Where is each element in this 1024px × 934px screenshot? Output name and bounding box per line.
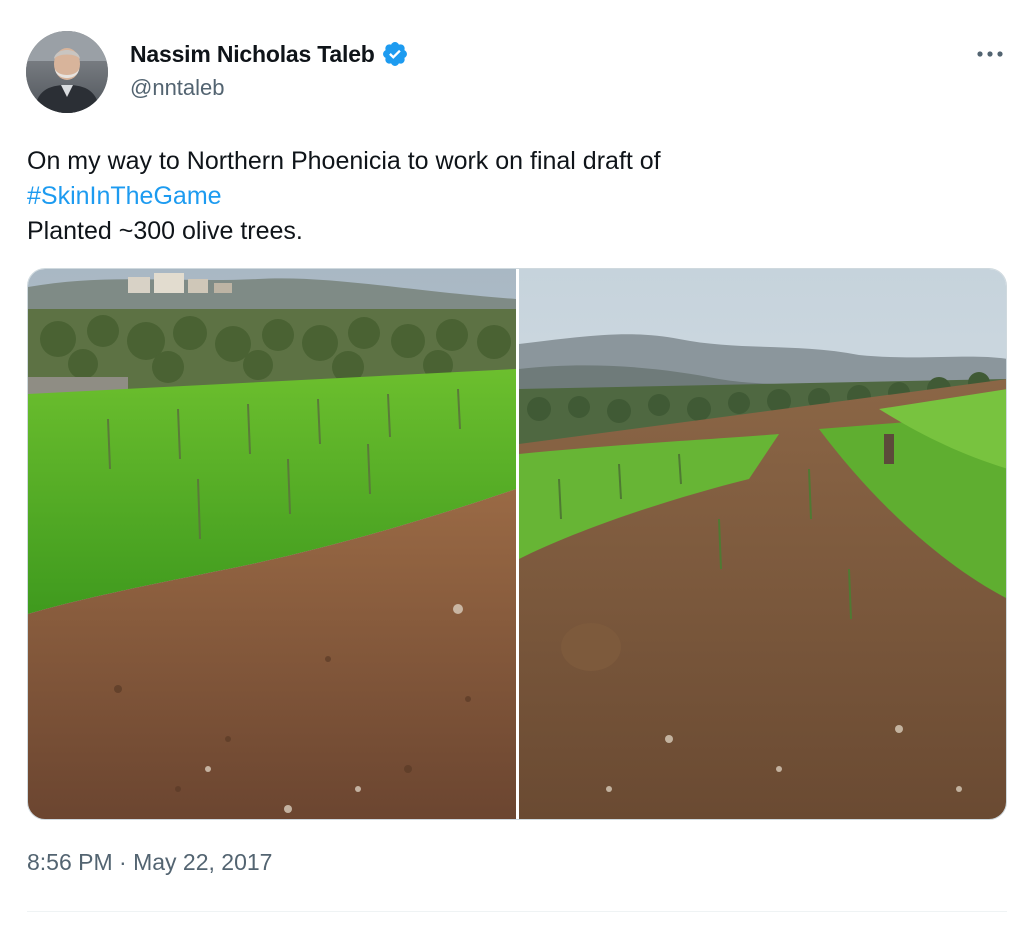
tweet-timestamp[interactable]: 8:56 PM · May 22, 2017 bbox=[27, 849, 272, 876]
divider bbox=[27, 911, 1007, 912]
more-options-button[interactable] bbox=[968, 36, 1012, 72]
hashtag-link[interactable]: #SkinInTheGame bbox=[27, 182, 222, 210]
author-handle[interactable]: @nntaleb bbox=[130, 75, 225, 101]
tweet-text: On my way to Northern Phoenicia to work … bbox=[27, 144, 987, 249]
author-display-name[interactable]: Nassim Nicholas Taleb bbox=[130, 41, 375, 68]
tweet-card: Nassim Nicholas Taleb @nntaleb On my way… bbox=[0, 0, 1024, 934]
author-name-row: Nassim Nicholas Taleb bbox=[130, 38, 409, 70]
verified-badge-icon bbox=[381, 40, 409, 68]
more-options-icon bbox=[976, 45, 1004, 63]
tweet-media-grid bbox=[27, 268, 1007, 820]
tweet-text-line-3: Planted ~300 olive trees. bbox=[27, 217, 303, 245]
tweet-text-line-1: On my way to Northern Phoenicia to work … bbox=[27, 147, 661, 175]
olive-field-photo-2[interactable] bbox=[519, 269, 1006, 819]
olive-field-photo-1[interactable] bbox=[28, 269, 516, 819]
author-avatar[interactable] bbox=[26, 31, 108, 113]
